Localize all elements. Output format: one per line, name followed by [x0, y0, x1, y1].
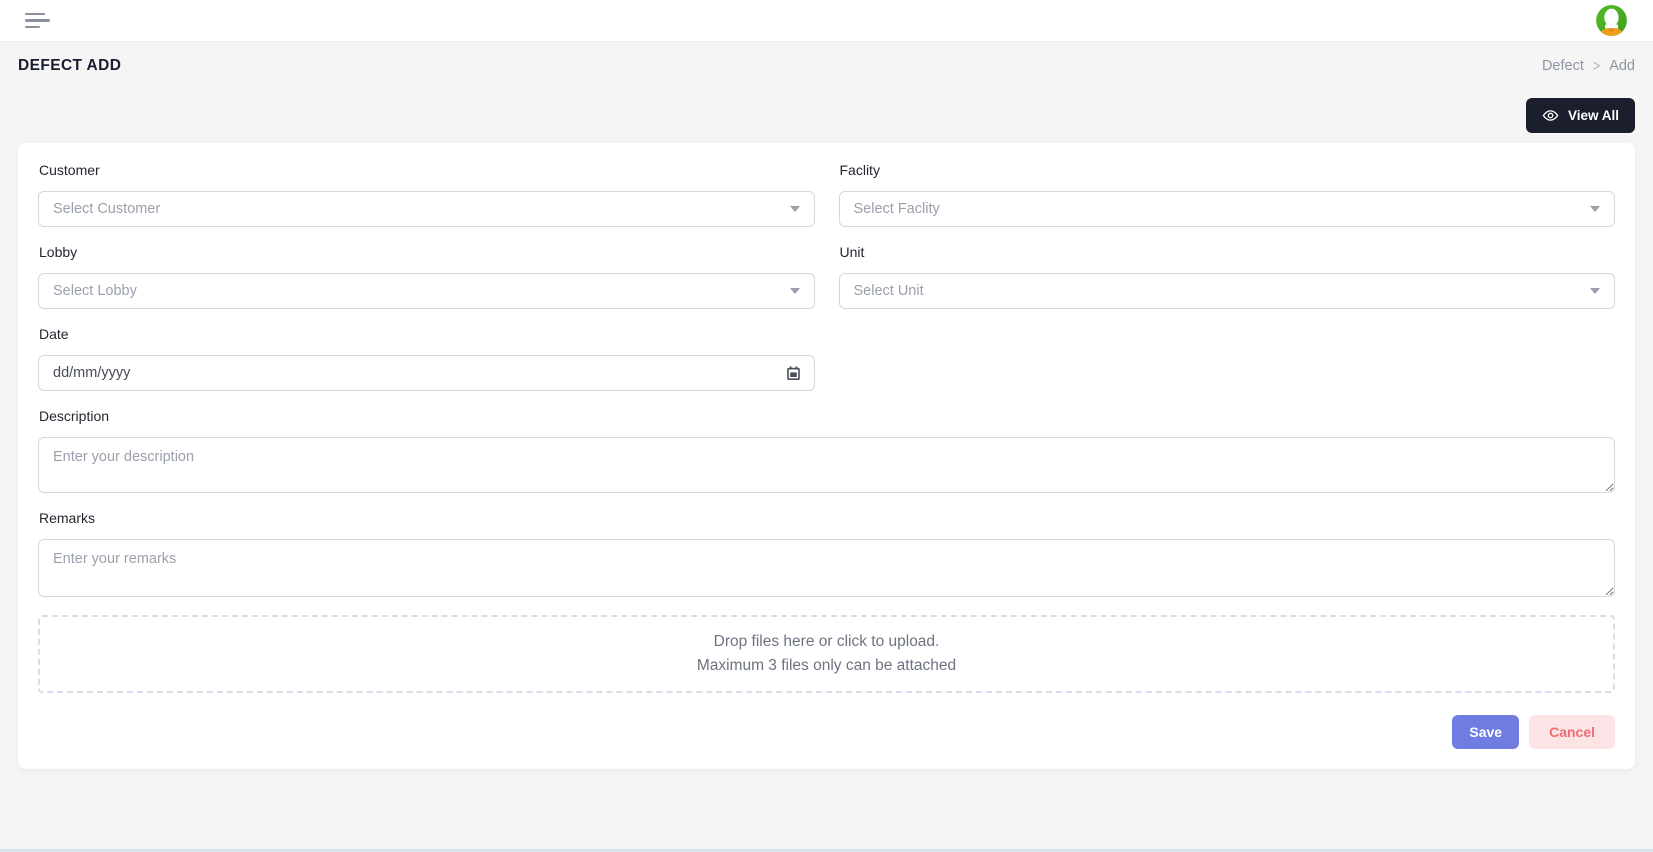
caret-down-icon	[1590, 206, 1600, 212]
user-avatar-icon	[1596, 5, 1627, 36]
unit-label: Unit	[839, 244, 865, 260]
topbar	[0, 0, 1653, 42]
facility-select-placeholder: Select Faclity	[853, 201, 940, 217]
date-label: Date	[39, 326, 69, 342]
date-input-placeholder: dd/mm/yyyy	[53, 365, 131, 381]
dropzone-line2: Maximum 3 files only can be attached	[696, 656, 957, 674]
page-header: DEFECT ADD Defect > Add	[18, 42, 1635, 75]
description-label: Description	[39, 408, 110, 424]
customer-select[interactable]: Select Customer	[38, 191, 815, 227]
caret-down-icon	[789, 206, 800, 212]
facility-select[interactable]: Select Faclity	[838, 191, 1615, 227]
unit-field: Unit Select Unit	[838, 244, 1615, 309]
hamburger-menu-icon[interactable]	[23, 9, 52, 33]
breadcrumb: Defect > Add	[1542, 57, 1635, 75]
form-footer: Save Cancel	[38, 715, 1615, 749]
breadcrumb-separator-icon: >	[1592, 57, 1601, 75]
lobby-label: Lobby	[39, 244, 78, 260]
breadcrumb-item-defect[interactable]: Defect	[1542, 58, 1584, 74]
user-avatar[interactable]	[1596, 5, 1627, 36]
dropzone-line1: Drop files here or click to upload.	[713, 632, 940, 650]
remarks-textarea[interactable]	[38, 539, 1615, 597]
page-body: DEFECT ADD Defect > Add View All Custome…	[0, 42, 1653, 852]
date-field: Date dd/mm/yyyy	[38, 327, 815, 391]
caret-down-icon	[1590, 288, 1600, 294]
remarks-field: Remarks	[38, 511, 1615, 597]
customer-label: Customer	[39, 162, 100, 178]
toolbar: View All	[18, 98, 1635, 133]
caret-down-icon	[789, 288, 800, 294]
lobby-select[interactable]: Select Lobby	[38, 273, 815, 309]
breadcrumb-item-add: Add	[1609, 58, 1635, 74]
view-all-label: View All	[1567, 108, 1619, 123]
save-button[interactable]: Save	[1452, 715, 1520, 749]
cancel-button[interactable]: Cancel	[1529, 715, 1615, 749]
defect-add-form: Customer Select Customer Faclity Select …	[38, 163, 1615, 749]
page-title: DEFECT ADD	[18, 57, 122, 74]
description-textarea[interactable]	[38, 437, 1615, 493]
facility-label: Faclity	[839, 162, 880, 178]
customer-select-placeholder: Select Customer	[53, 201, 161, 217]
unit-select[interactable]: Select Unit	[838, 273, 1615, 309]
view-all-button[interactable]: View All	[1525, 98, 1635, 133]
customer-field: Customer Select Customer	[38, 163, 815, 227]
date-field-spacer	[839, 327, 1616, 391]
date-input[interactable]: dd/mm/yyyy	[38, 355, 815, 391]
eye-icon	[1542, 109, 1559, 122]
defect-add-card: Customer Select Customer Faclity Select …	[18, 143, 1635, 769]
calendar-icon[interactable]	[786, 366, 800, 380]
lobby-field: Lobby Select Lobby	[38, 245, 815, 309]
unit-select-placeholder: Select Unit	[853, 283, 924, 299]
lobby-select-placeholder: Select Lobby	[53, 283, 137, 299]
facility-field: Faclity Select Faclity	[838, 162, 1615, 227]
description-field: Description	[38, 409, 1615, 493]
file-dropzone[interactable]: Drop files here or click to upload. Maxi…	[38, 615, 1615, 693]
remarks-label: Remarks	[39, 510, 96, 526]
